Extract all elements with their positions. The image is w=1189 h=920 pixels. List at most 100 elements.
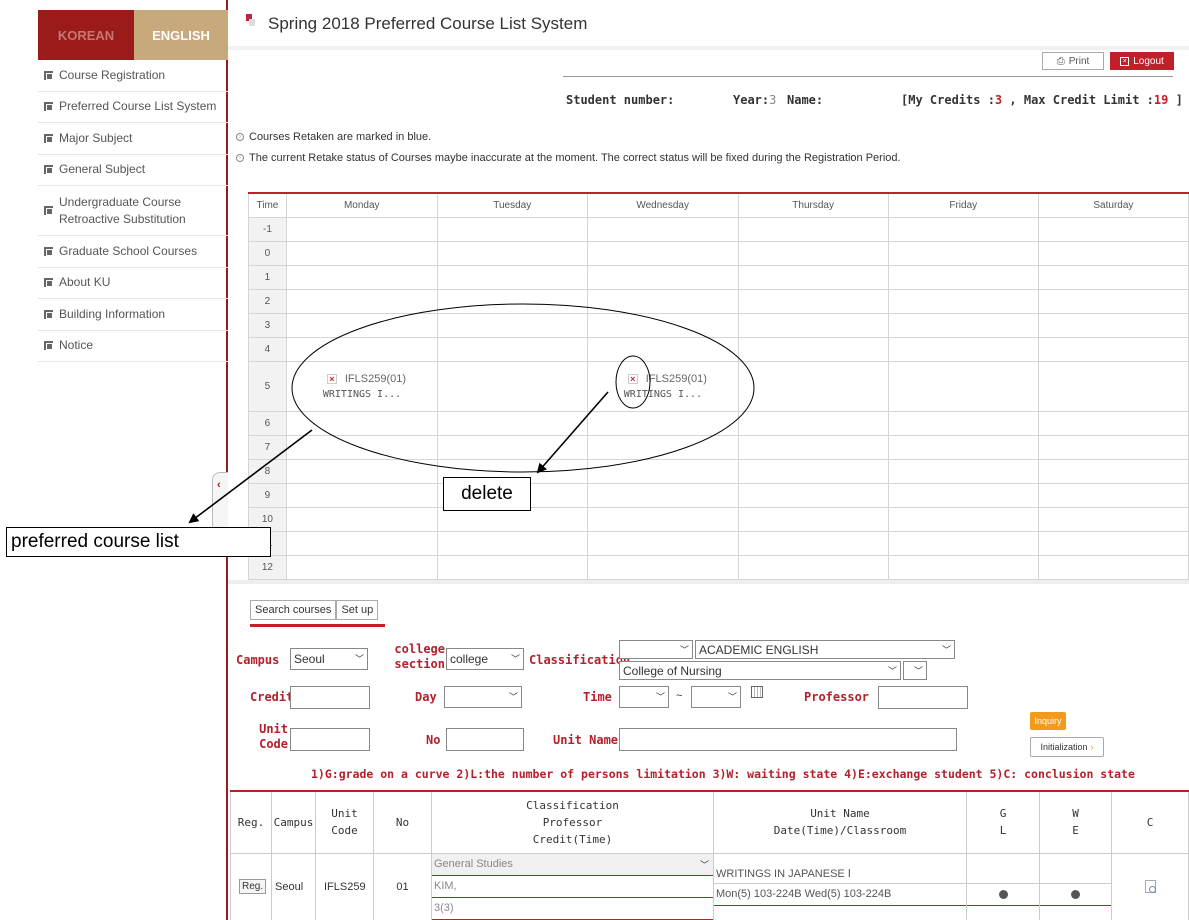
unit-code-label: Unit Code <box>259 722 288 751</box>
language-switcher: KOREAN ENGLISH <box>38 10 228 60</box>
sidebar-item-label: Undergraduate Course Retroactive Substit… <box>59 194 186 226</box>
no-input[interactable] <box>446 728 524 751</box>
classification-select-3[interactable]: College of Nursing ﹀ <box>619 661 901 680</box>
lang-korean-tab[interactable]: KOREAN <box>38 10 134 60</box>
sidebar-item-major-subject[interactable]: Major Subject <box>38 123 228 155</box>
student-name: Name: <box>787 93 824 107</box>
bullet-square-icon <box>44 341 53 351</box>
col-header-c: C <box>1111 790 1189 854</box>
notice-retake-status: › The current Retake status of Courses ma… <box>236 152 901 164</box>
student-number: Student number: <box>566 93 675 107</box>
inquiry-button[interactable]: Inquiry <box>1030 712 1066 730</box>
day-header-friday: Friday <box>887 192 1039 218</box>
timetable-course-monday[interactable]: × IFLS259(01) WRITINGS I... <box>285 360 438 412</box>
info-divider <box>563 76 1173 77</box>
classification-label: Classification <box>529 653 631 667</box>
day-label: Day <box>415 690 437 704</box>
classification-select-2[interactable]: ACADEMIC ENGLISH ﹀ <box>695 640 955 659</box>
delete-course-icon[interactable]: × <box>627 373 638 384</box>
chevron-down-icon: ﹀ <box>655 691 665 702</box>
cell-schedule: Mon(5) 103-224B Wed(5) 103-224B <box>714 884 966 906</box>
time-slot: 1 <box>248 264 287 290</box>
sidebar-menu: Course Registration Preferred Course Lis… <box>38 60 228 362</box>
time-slot: 0 <box>248 240 287 266</box>
col-header-no: No <box>373 790 432 854</box>
chevron-down-icon: ﹀ <box>354 653 364 664</box>
time-slot: 4 <box>248 336 287 362</box>
professor-input[interactable] <box>878 686 968 709</box>
chevron-down-icon: ﹀ <box>887 665 897 676</box>
info-bullet-icon: › <box>236 133 244 141</box>
sidebar-item-about-ku[interactable]: About KU <box>38 268 228 299</box>
credit-input[interactable] <box>290 686 370 709</box>
chevron-down-icon: ﹀ <box>913 665 923 676</box>
bullet-square-icon <box>44 278 53 288</box>
delete-course-icon[interactable]: × <box>326 373 337 384</box>
bullet-square-icon <box>44 133 53 143</box>
reg-button[interactable]: Reg. <box>239 879 267 894</box>
sidebar-item-course-registration[interactable]: Course Registration <box>38 60 228 92</box>
view-details-icon[interactable] <box>1144 880 1156 893</box>
campus-label: Campus <box>236 653 280 667</box>
info-bullet-icon: › <box>236 154 244 162</box>
calendar-icon[interactable] <box>751 686 763 698</box>
college-section-select[interactable]: college ﹀ <box>446 648 524 670</box>
arrow-right-icon: › <box>1090 742 1094 752</box>
status-legend: 1)G:grade on a curve 2)L:the number of p… <box>311 767 1135 781</box>
timetable-course-wednesday[interactable]: × IFLS259(01) WRITINGS I... <box>586 360 739 412</box>
time-slot: 8 <box>248 458 287 484</box>
bullet-square-icon <box>44 165 53 175</box>
initialization-button[interactable]: Initialization › <box>1030 737 1104 757</box>
table-row: Reg. Seoul IFLS259 01 General Studies ﹀ K… <box>230 852 1189 920</box>
print-label: Print <box>1068 55 1090 67</box>
sidebar-item-retroactive-substitution[interactable]: Undergraduate Course Retroactive Substit… <box>38 186 228 236</box>
time-end-select[interactable]: ﹀ <box>691 686 741 708</box>
page-header: Spring 2018 Preferred Course List System <box>246 14 587 34</box>
course-name: WRITINGS I... <box>322 388 402 400</box>
sidebar-item-preferred-course-list[interactable]: Preferred Course List System <box>38 92 228 123</box>
classification-select-1[interactable]: ﹀ <box>619 640 693 659</box>
course-code: IFLS259(01) <box>344 372 407 385</box>
day-select[interactable]: ﹀ <box>444 686 522 708</box>
time-slot: 7 <box>248 434 287 460</box>
classification-select[interactable]: General Studies ﹀ <box>432 853 713 876</box>
annotation-preferred-label: preferred course list <box>6 527 271 557</box>
col-header-campus: Campus <box>271 790 316 854</box>
cell-credit: 3(3) <box>432 898 713 920</box>
print-button[interactable]: ⎙ Print <box>1042 52 1104 70</box>
time-label: Time <box>583 690 612 704</box>
campus-select[interactable]: Seoul ﹀ <box>290 648 368 670</box>
bullet-square-icon <box>44 246 53 256</box>
day-header-wednesday: Wednesday <box>586 192 739 218</box>
cell-unit-name: WRITINGS IN JAPANESE Ⅰ <box>714 854 966 884</box>
col-header-we: WE <box>1039 790 1112 854</box>
col-header-unit-name: Unit Name Date(Time)/Classroom <box>713 790 967 854</box>
col-header-gl: GL <box>966 790 1040 854</box>
sidebar-item-general-subject[interactable]: General Subject <box>38 155 228 186</box>
tab-underline <box>250 624 385 627</box>
notice-retaken: › Courses Retaken are marked in blue. <box>236 131 431 143</box>
classification-select-4[interactable]: ﹀ <box>903 661 927 680</box>
sidebar-item-graduate-school[interactable]: Graduate School Courses <box>38 236 228 268</box>
day-header-thursday: Thursday <box>737 192 889 218</box>
printer-icon: ⎙ <box>1056 55 1065 67</box>
sidebar-item-building-information[interactable]: Building Information <box>38 299 228 331</box>
time-slot: 6 <box>248 410 287 436</box>
unit-name-input[interactable] <box>619 728 957 751</box>
cell-campus: Seoul <box>271 852 316 920</box>
unit-code-input[interactable] <box>290 728 370 751</box>
course-name: WRITINGS I... <box>623 388 703 400</box>
chevron-down-icon: ﹀ <box>679 644 689 655</box>
cell-no: 01 <box>373 852 432 920</box>
time-separator: ~ <box>676 690 683 702</box>
lang-english-tab[interactable]: ENGLISH <box>134 10 228 60</box>
bullet-square-icon <box>44 309 53 319</box>
col-header-classification: Classification Professor Credit(Time) <box>431 790 714 854</box>
time-start-select[interactable]: ﹀ <box>619 686 669 708</box>
no-label: No <box>426 733 441 747</box>
tab-search-courses[interactable]: Search courses <box>250 600 337 620</box>
tab-set-up[interactable]: Set up <box>336 600 379 620</box>
sidebar-item-notice[interactable]: Notice <box>38 331 228 362</box>
logout-button[interactable]: × Logout <box>1110 52 1174 70</box>
title-mark-icon <box>246 14 256 28</box>
